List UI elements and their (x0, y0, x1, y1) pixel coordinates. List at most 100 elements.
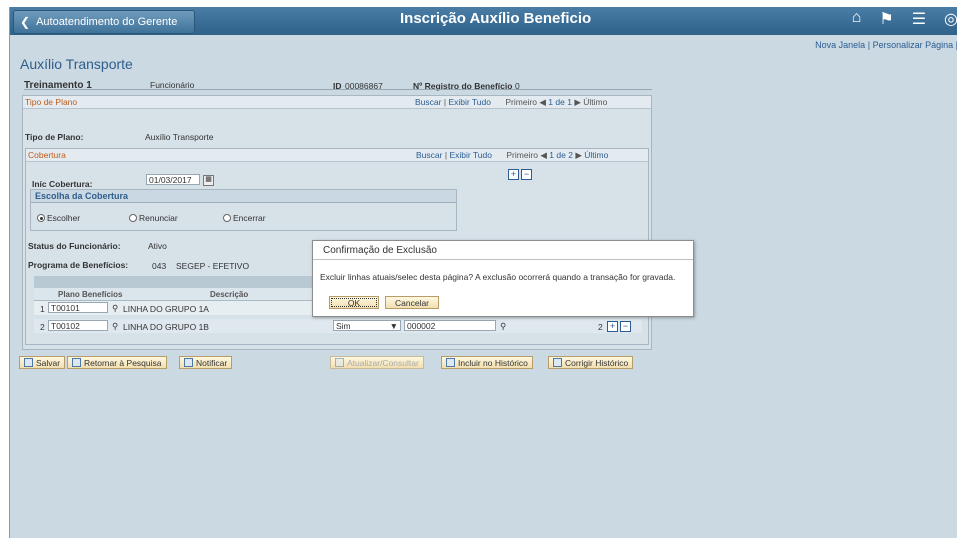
new-window-link[interactable]: Nova Janela (815, 40, 865, 50)
correct-history-button[interactable]: Corrigir Histórico (548, 356, 634, 369)
save-button[interactable]: Salvar (19, 356, 66, 369)
radio-empty-icon (223, 214, 231, 222)
cancel-button[interactable]: Cancelar (385, 296, 439, 309)
correct-history-label: Corrigir Histórico (565, 357, 629, 368)
table-row: 2 T00102 ⚲ LINHA DO GRUPO 1B Sim ▼ 000002… (34, 319, 642, 333)
ok-button[interactable]: OK (329, 296, 379, 309)
plan-type-label: Tipo de Plano: (25, 132, 84, 142)
view-all-link[interactable]: Exibir Tudo (448, 97, 491, 107)
delete-row-icon[interactable]: − (620, 321, 631, 332)
lookup-icon[interactable]: ⚲ (112, 321, 118, 332)
lookup-icon[interactable]: ⚲ (112, 303, 118, 314)
coverage-next-arrow-icon[interactable]: ▶ (575, 150, 582, 160)
back-label: Autoatendimento do Gerente (36, 16, 178, 28)
row-controls: + − (607, 321, 631, 332)
back-button[interactable]: ❮ Autoatendimento do Gerente (13, 10, 195, 34)
coverage-nav: Buscar | Exibir Tudo Primeiro ◀ 1 de 2 ▶… (416, 150, 609, 160)
row-number: 2 (40, 322, 45, 332)
top-icons: ⌂ ⚑ ☰ ◎ (852, 9, 957, 29)
radio-selected-icon (37, 214, 45, 222)
radio-choose[interactable]: Escolher (37, 213, 80, 223)
radio-waive-label: Renunciar (139, 213, 178, 223)
save-icon (24, 358, 33, 367)
update-icon (335, 358, 344, 367)
plan-nav: Buscar | Exibir Tudo Primeiro ◀ 1 de 1 ▶… (415, 97, 608, 107)
top-links: Nova Janela | Personalizar Página | (815, 40, 957, 50)
notify-icon (184, 358, 193, 367)
coverage-section-title-text: Cobertura (28, 150, 66, 160)
plan-input[interactable]: T00101 (48, 302, 108, 313)
grid-header-plan: Plano Benefícios (58, 290, 123, 299)
option-select-value: Sim (336, 321, 351, 331)
coverage-first-label: Primeiro (506, 150, 538, 160)
menu-icon[interactable]: ☰ (912, 9, 926, 29)
plan-description: LINHA DO GRUPO 1B (123, 322, 209, 332)
option-select[interactable]: Sim ▼ (333, 320, 401, 331)
dialog-divider (313, 259, 693, 260)
app-frame: ❮ Autoatendimento do Gerente Inscrição A… (9, 7, 957, 538)
radio-terminate[interactable]: Encerrar (223, 213, 266, 223)
dialog-title: Confirmação de Exclusão (323, 245, 437, 256)
coverage-find-link[interactable]: Buscar (416, 150, 442, 160)
update-display-button[interactable]: Atualizar/Consultar (330, 356, 424, 369)
chevron-left-icon: ❮ (20, 15, 31, 29)
coverage-start-label: Iníc Cobertura: (32, 179, 93, 189)
calendar-icon[interactable]: ▦ (203, 175, 214, 186)
coverage-prev-arrow-icon: ◀ (540, 150, 547, 160)
top-bar: ❮ Autoatendimento do Gerente Inscrição A… (10, 7, 957, 35)
return-to-search-button[interactable]: Retornar à Pesquisa (67, 356, 167, 369)
plan-type-value: Auxílio Transporte (145, 132, 214, 142)
coverage-row-controls: + − (508, 169, 532, 180)
radio-waive[interactable]: Renunciar (129, 213, 178, 223)
include-history-label: Incluir no Histórico (458, 357, 528, 368)
divider (24, 89, 652, 90)
employee-status-value: Ativo (148, 241, 167, 251)
coverage-choice-box: Escolha da Cobertura Escolher Renunciar … (30, 189, 457, 231)
add-row-icon[interactable]: + (508, 169, 519, 180)
app-title: Inscrição Auxílio Beneficio (400, 10, 592, 27)
home-icon[interactable]: ⌂ (852, 9, 862, 29)
grid-header-desc: Descrição (210, 290, 249, 299)
save-label: Salvar (36, 357, 61, 368)
notify-label: Notificar (196, 357, 228, 368)
return-label: Retornar à Pesquisa (84, 357, 162, 368)
coverage-view-all-link[interactable]: Exibir Tudo (449, 150, 492, 160)
link-separator: | (867, 40, 871, 50)
plan-description: LINHA DO GRUPO 1A (123, 304, 209, 314)
next-arrow-icon: ▶ (574, 97, 581, 107)
coverage-choice-title: Escolha da Cobertura (31, 190, 456, 203)
delete-row-icon[interactable]: − (521, 169, 532, 180)
last-label: Último (583, 97, 608, 107)
employee-status-label: Status do Funcionário: (28, 241, 121, 251)
row-index: 2 (598, 322, 603, 332)
coverage-start-input[interactable]: 01/03/2017 (146, 174, 200, 185)
plan-input[interactable]: T00102 (48, 320, 108, 331)
lookup-icon[interactable]: ⚲ (500, 321, 506, 332)
coverage-last-link[interactable]: Último (584, 150, 608, 160)
notify-button[interactable]: Notificar (179, 356, 233, 369)
plan-position: 1 de 1 (548, 97, 572, 107)
benefit-program-code: 043 (152, 261, 167, 271)
update-label: Atualizar/Consultar (347, 357, 419, 368)
include-history-button[interactable]: Incluir no Histórico (441, 356, 533, 369)
personalize-page-link[interactable]: Personalizar Página (873, 40, 954, 50)
chevron-down-icon: ▼ (389, 321, 398, 331)
compass-icon[interactable]: ◎ (944, 9, 957, 29)
benefit-program-label: Programa de Benefícios: (28, 260, 129, 270)
include-history-icon (446, 358, 455, 367)
radio-terminate-label: Encerrar (233, 213, 266, 223)
delete-confirmation-dialog: Confirmação de Exclusão Excluir linhas a… (312, 240, 694, 317)
return-icon (72, 358, 81, 367)
plan-section-title-text: Tipo de Plano (25, 97, 78, 107)
radio-empty-icon (129, 214, 137, 222)
find-link[interactable]: Buscar (415, 97, 441, 107)
benefit-program-name: SEGEP - EFETIVO (176, 261, 250, 271)
add-row-icon[interactable]: + (607, 321, 618, 332)
coverage-position: 1 de 2 (549, 150, 573, 160)
flag-icon[interactable]: ⚑ (879, 9, 893, 29)
correct-history-icon (553, 358, 562, 367)
dialog-message: Excluir linhas atuais/selec desta página… (320, 272, 676, 282)
prev-arrow-icon: ◀ (539, 97, 546, 107)
code-input[interactable]: 000002 (404, 320, 496, 331)
page-title: Auxílio Transporte (20, 56, 133, 72)
